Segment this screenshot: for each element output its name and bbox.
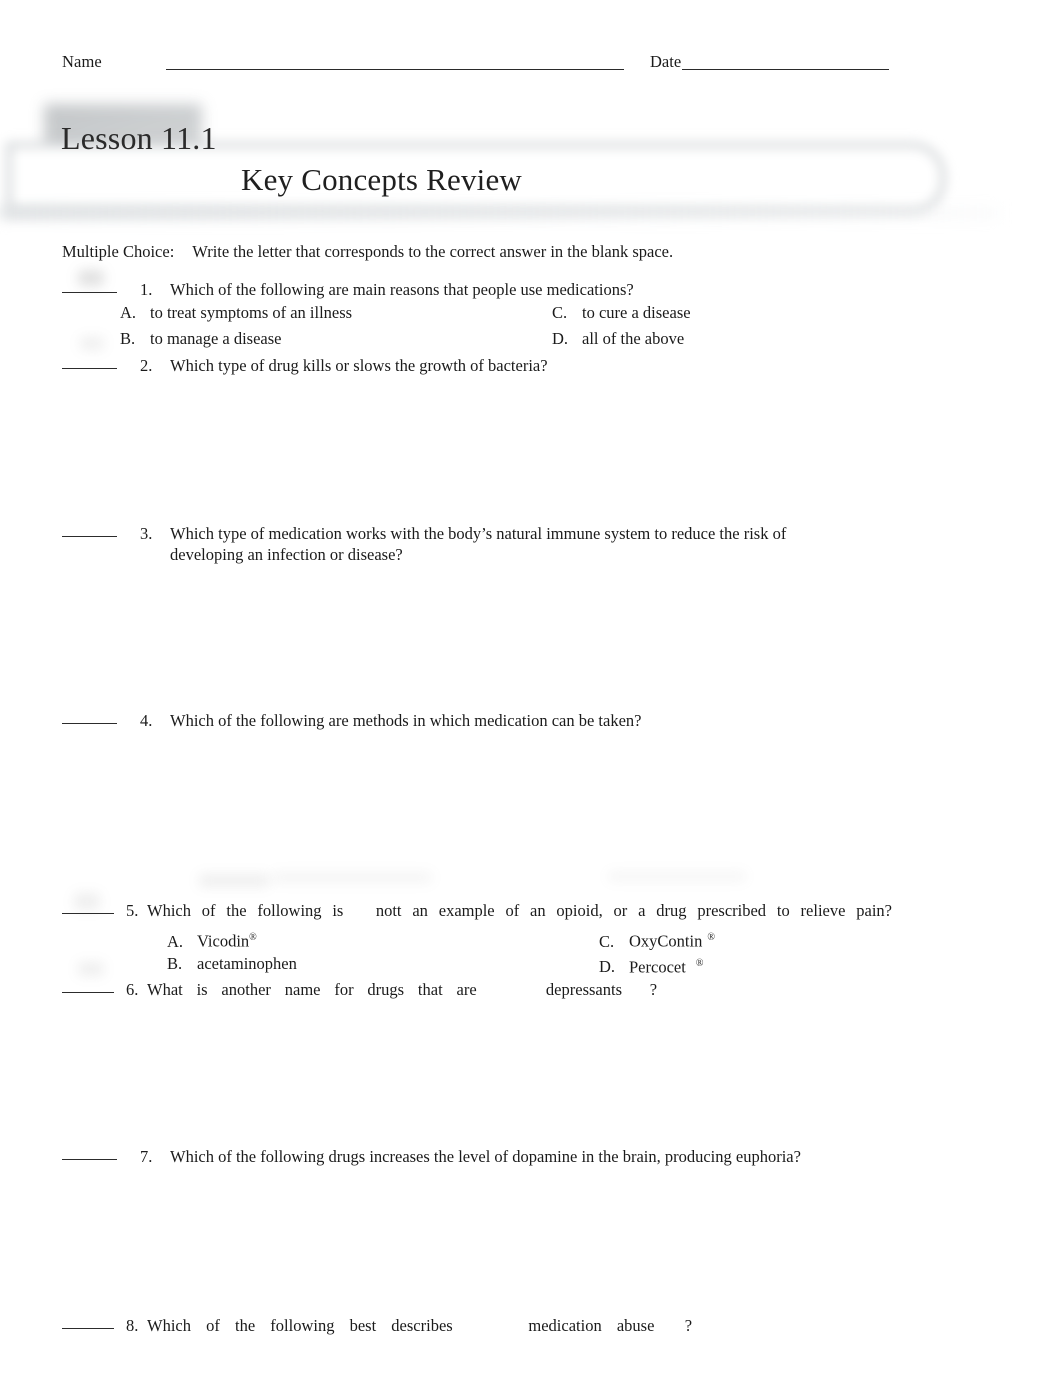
- option-row: A. to treat symptoms of an illness C. to c…: [62, 300, 822, 326]
- lesson-banner: Lesson 11.1 Key Concepts Review: [0, 96, 1062, 226]
- option-text: Vicodin: [197, 931, 250, 951]
- option-letter: B.: [167, 953, 183, 973]
- question-5-options: A. Vicodin® C. OxyContin ® B. acetaminophen …: [62, 925, 822, 977]
- option-row: A. Vicodin® C. OxyContin ®: [62, 925, 822, 951]
- option-letter: C.: [552, 303, 568, 322]
- answer-blank-1[interactable]: [62, 292, 117, 293]
- answer-blank-7[interactable]: [62, 1159, 117, 1160]
- option-text: OxyContin: [629, 931, 703, 951]
- question-text-before: Which of the following is: [147, 901, 344, 920]
- name-label: Name: [62, 52, 102, 71]
- instructions-text: Write the letter that corresponds to the…: [192, 242, 674, 261]
- scan-artifact-smudge: [78, 270, 104, 286]
- option-b[interactable]: B. to manage a disease: [120, 326, 281, 352]
- question-text: Which of the following are methods in wh…: [170, 711, 642, 730]
- question-text-after: an example of an opioid, or a drug presc…: [412, 901, 892, 920]
- question-text: What is another name for drugs that are …: [147, 979, 657, 1021]
- option-text: acetaminophen: [197, 953, 297, 973]
- option-d[interactable]: D. all of the above: [552, 326, 684, 352]
- question-text-emphasis: medication abuse: [528, 1316, 655, 1335]
- answer-blank-4[interactable]: [62, 723, 117, 724]
- banner-shadow-strip: [0, 206, 1000, 220]
- question-text-emphasis: nott: [375, 901, 402, 920]
- question-text: Which type of drug kills or slows the gr…: [170, 356, 548, 375]
- question-text: Which of the following are main reasons …: [170, 280, 634, 299]
- answer-blank-2[interactable]: [62, 368, 117, 369]
- scan-artifact-smudge: [608, 872, 746, 881]
- question-1-options: A. to treat symptoms of an illness C. to c…: [62, 300, 822, 351]
- question-text-after: ?: [684, 1316, 693, 1335]
- option-text: Percocet: [629, 957, 686, 976]
- name-date-row: Name Date: [62, 52, 992, 76]
- question-text-emphasis: depressants: [545, 980, 622, 999]
- worksheet-page: Name Date Lesson 11.1 Key Concepts Revie…: [0, 0, 1062, 1377]
- option-c[interactable]: C. to cure a disease: [552, 300, 691, 326]
- registered-trademark-icon: ®: [249, 932, 257, 943]
- question-text-after: ?: [649, 980, 658, 999]
- page-title: Key Concepts Review: [241, 162, 523, 197]
- option-b[interactable]: B. acetaminophen: [167, 951, 297, 977]
- answer-blank-3[interactable]: [62, 536, 117, 537]
- question-number: 2.: [140, 356, 153, 375]
- option-d[interactable]: D. Percocet ®: [599, 951, 703, 980]
- registered-trademark-icon: ®: [695, 957, 704, 969]
- option-letter: B.: [120, 328, 136, 348]
- option-text: to manage a disease: [150, 328, 282, 348]
- name-write-line[interactable]: [166, 69, 624, 70]
- option-letter: A.: [120, 303, 137, 322]
- question-number: 7.: [140, 1147, 153, 1166]
- question-number: 3.: [140, 524, 153, 543]
- registered-trademark-icon: ®: [707, 932, 715, 943]
- option-text: all of the above: [582, 328, 685, 348]
- instructions-label: Multiple Choice:: [62, 242, 175, 261]
- scan-artifact-smudge: [199, 874, 269, 887]
- answer-blank-8[interactable]: [62, 1328, 114, 1329]
- instructions: Multiple Choice: Write the letter that co…: [62, 242, 673, 262]
- question-text: Which type of medication works with the …: [170, 524, 787, 564]
- option-row: B. to manage a disease D. all of the above: [62, 326, 822, 352]
- date-write-line[interactable]: [682, 69, 889, 70]
- date-label: Date: [650, 52, 682, 71]
- option-row: B. acetaminophen D. Percocet ®: [62, 951, 822, 977]
- scan-artifact-smudge: [272, 872, 432, 883]
- question-text: Which of the following best describes me…: [147, 1315, 692, 1357]
- scan-artifact-smudge: [74, 893, 100, 910]
- option-letter: D.: [552, 328, 569, 348]
- question-text: Which of the following drugs increases t…: [170, 1147, 801, 1166]
- option-letter: D.: [599, 957, 616, 976]
- option-text: to treat symptoms of an illness: [150, 303, 353, 322]
- question-number: 1.: [140, 280, 153, 299]
- answer-blank-5[interactable]: [62, 913, 114, 914]
- question-text-before: Which of the following best describes: [147, 1316, 453, 1335]
- answer-blank-6[interactable]: [62, 992, 114, 993]
- question-number: 4.: [140, 711, 153, 730]
- option-a[interactable]: A. to treat symptoms of an illness: [120, 300, 352, 326]
- question-text-before: What is another name for drugs that are: [147, 980, 477, 999]
- option-text: to cure a disease: [582, 303, 691, 322]
- lesson-title: Lesson 11.1: [61, 120, 217, 156]
